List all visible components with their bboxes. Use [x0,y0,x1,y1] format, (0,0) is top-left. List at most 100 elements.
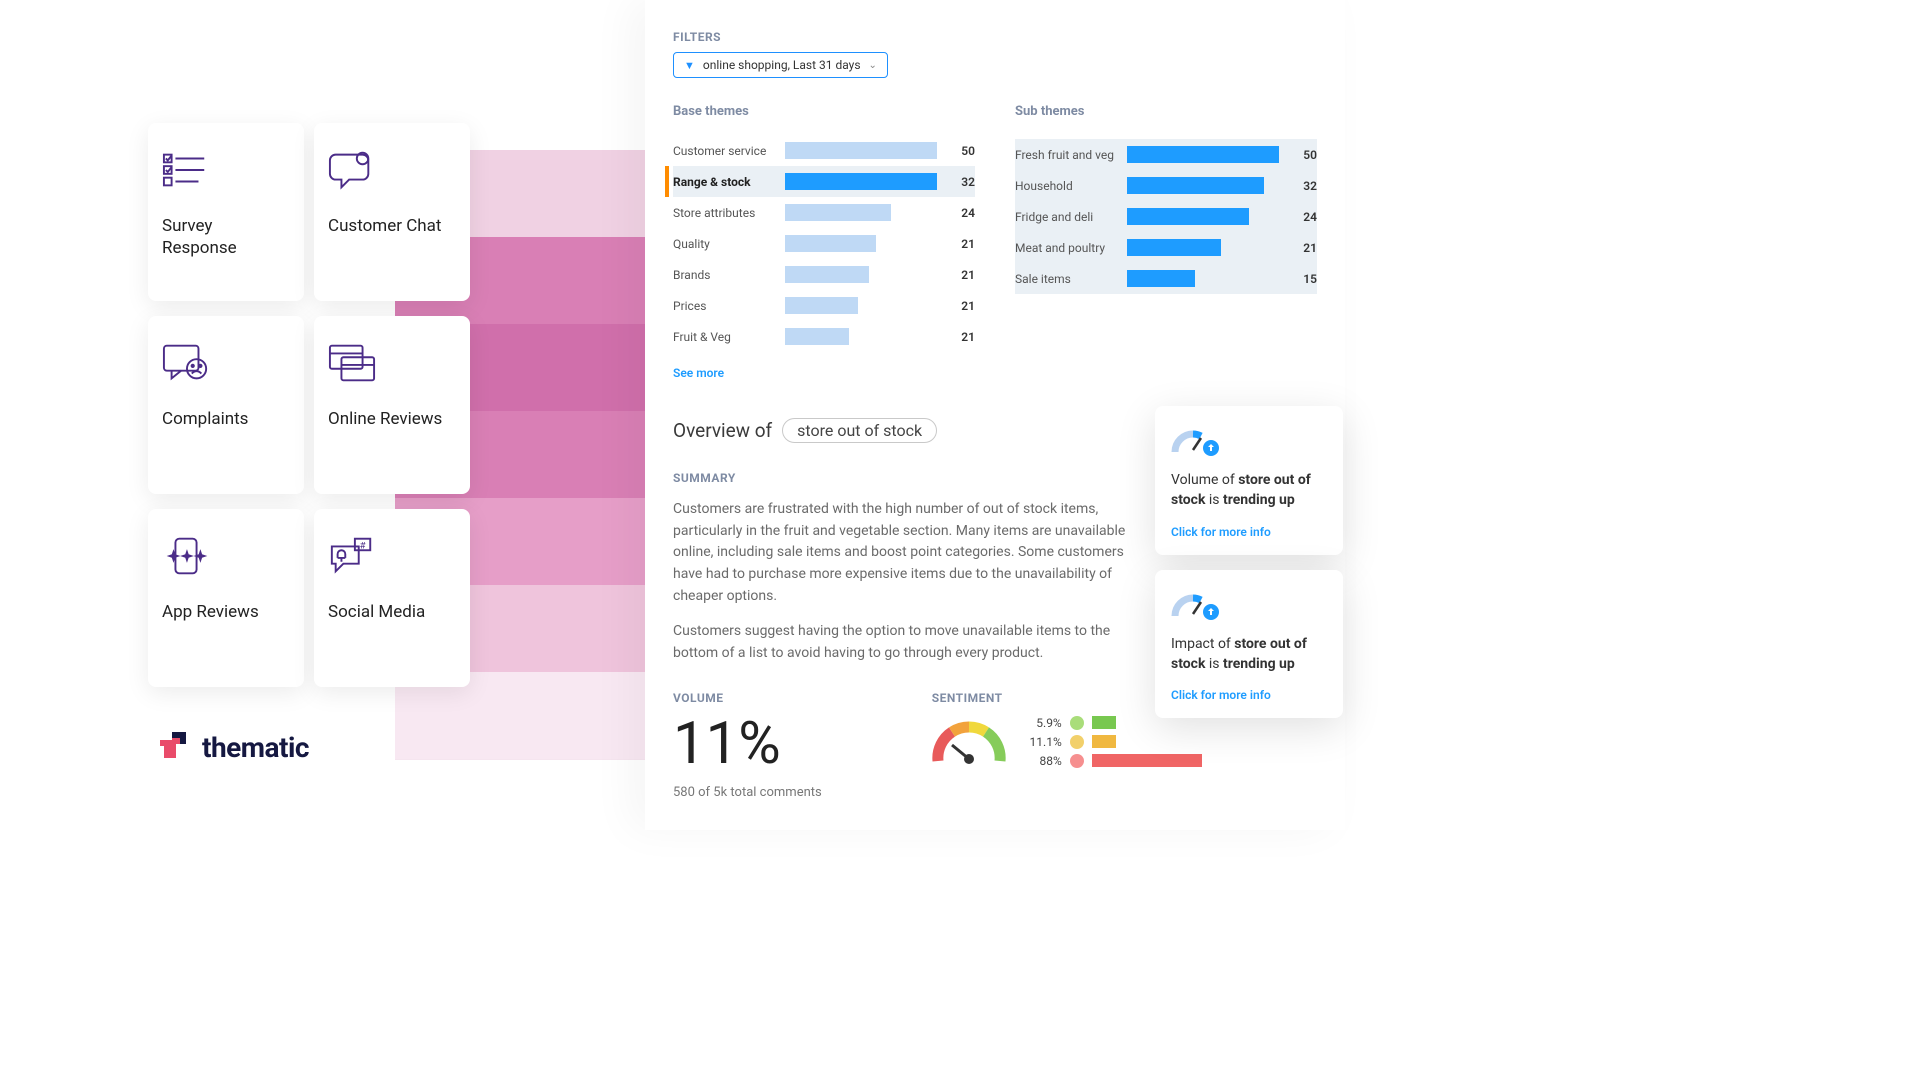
chevron-down-icon: ⌄ [869,60,877,71]
app-reviews-icon [162,531,290,581]
theme-row[interactable]: Brands 21 [673,259,975,290]
sub-theme-row[interactable]: Fresh fruit and veg 50 [1015,139,1317,170]
theme-name: Household [1015,179,1127,193]
sentiment-positive-bar [1092,716,1116,729]
social-icon: # [328,531,456,581]
insight-more-info-link[interactable]: Click for more info [1171,688,1327,702]
sub-theme-row[interactable]: Fridge and deli 24 [1015,201,1317,232]
theme-row[interactable]: Quality21 [673,228,975,259]
source-card-customer-chat[interactable]: Customer Chat [314,123,470,301]
brand-logo: thematic [156,728,309,766]
sub-theme-row[interactable]: Sale items15 [1015,263,1317,294]
gauge-trend-icon [1171,588,1219,620]
brand-mark-icon [156,728,194,766]
theme-row[interactable]: Fruit & Veg 21 [673,321,975,352]
theme-name: Fridge and deli [1015,210,1127,224]
sentiment-neutral-pct: 11.1% [1022,735,1062,749]
sub-theme-row[interactable]: Household 32 [1015,170,1317,201]
source-card-label: App Reviews [162,601,290,623]
theme-bar [785,266,937,283]
source-card-complaints[interactable]: Complaints [148,316,304,494]
theme-bar [1127,177,1279,194]
theme-name: Store attributes [673,206,785,220]
complaint-icon [162,338,290,388]
overview-tag[interactable]: store out of stock [782,418,937,443]
theme-name: Fresh fruit and veg [1015,148,1127,162]
theme-row[interactable]: Prices 21 [673,290,975,321]
source-card-online-reviews[interactable]: Online Reviews [314,316,470,494]
theme-row[interactable]: Customer service50 [673,135,975,166]
volume-heading: VOLUME [673,691,822,705]
filter-dropdown[interactable]: ▼ online shopping, Last 31 days ⌄ [673,52,888,78]
theme-value: 24 [937,206,975,220]
theme-value: 21 [937,330,975,344]
insight-more-info-link[interactable]: Click for more info [1171,525,1327,539]
sentiment-negative-bar [1092,754,1202,767]
theme-bar [785,297,937,314]
source-card-social-media[interactable]: # Social Media [314,509,470,687]
source-card-app-reviews[interactable]: App Reviews [148,509,304,687]
source-card-survey-response[interactable]: SurveyResponse [148,123,304,301]
sub-theme-row[interactable]: Meat and poultry 21 [1015,232,1317,263]
source-card-label: Social Media [328,601,456,623]
insight-card-impact[interactable]: Impact of store out of stock is trending… [1155,570,1343,719]
summary-body: Customers are frustrated with the high n… [673,499,1143,665]
filters-heading: FILTERS [673,30,1317,44]
theme-name: Prices [673,299,785,313]
base-themes-title: Base themes [673,104,975,119]
volume-metric: VOLUME 11% 580 of 5k total comments [673,691,822,800]
insight-card-volume[interactable]: Volume of store out of stock is trending… [1155,406,1343,555]
chat-icon [328,145,456,195]
theme-name: Meat and poultry [1015,241,1127,255]
sub-themes-title: Sub themes [1015,104,1317,119]
theme-value: 32 [1279,179,1317,193]
filter-icon: ▼ [684,59,695,72]
neutral-face-icon [1070,735,1084,749]
theme-bar [785,204,937,221]
source-cards-grid: SurveyResponse Customer Chat Complaints … [148,123,470,687]
theme-bar [785,173,937,190]
source-card-label: Online Reviews [328,408,456,430]
see-more-link[interactable]: See more [673,366,975,380]
reviews-icon [328,338,456,388]
source-card-label: Complaints [162,408,290,430]
theme-value: 50 [1279,148,1317,162]
theme-bar [1127,239,1279,256]
summary-paragraph: Customers suggest having the option to m… [673,621,1143,664]
theme-bar [785,235,937,252]
happy-face-icon [1070,716,1084,730]
theme-value: 21 [1279,241,1317,255]
svg-text:#: # [360,540,366,551]
theme-name: Quality [673,237,785,251]
theme-value: 15 [1279,272,1317,286]
survey-icon [162,145,290,195]
source-card-label: Customer Chat [328,215,456,237]
theme-name: Customer service [673,144,785,158]
sentiment-negative-pct: 88% [1022,754,1062,768]
volume-note: 580 of 5k total comments [673,785,822,800]
sentiment-positive-pct: 5.9% [1022,716,1062,730]
summary-paragraph: Customers are frustrated with the high n… [673,499,1143,607]
sentiment-neutral-row: 11.1% [1022,735,1202,749]
theme-name: Range & stock [673,175,785,189]
insight-text: Volume of store out of stock is trending… [1171,470,1327,511]
theme-name: Brands [673,268,785,282]
sentiment-neutral-bar [1092,735,1116,748]
theme-row[interactable]: Store attributes 24 [673,197,975,228]
theme-name: Fruit & Veg [673,330,785,344]
theme-value: 21 [937,268,975,282]
theme-row[interactable]: Range & stock32 [673,166,975,197]
gauge-trend-icon [1171,424,1219,456]
theme-value: 21 [937,299,975,313]
theme-value: 24 [1279,210,1317,224]
sentiment-gauge-icon [932,715,1006,769]
insight-text: Impact of store out of stock is trending… [1171,634,1327,675]
sub-themes-column: Sub themes Fresh fruit and veg 50 Househol… [1015,104,1317,380]
insight-cards: Volume of store out of stock is trending… [1155,406,1343,718]
theme-bar [785,142,937,159]
theme-bar [1127,270,1279,287]
base-themes-column: Base themes Customer service50Range & st… [673,104,975,380]
theme-bar [1127,208,1279,225]
volume-value: 11% [673,715,822,773]
overview-prefix: Overview of [673,419,772,442]
